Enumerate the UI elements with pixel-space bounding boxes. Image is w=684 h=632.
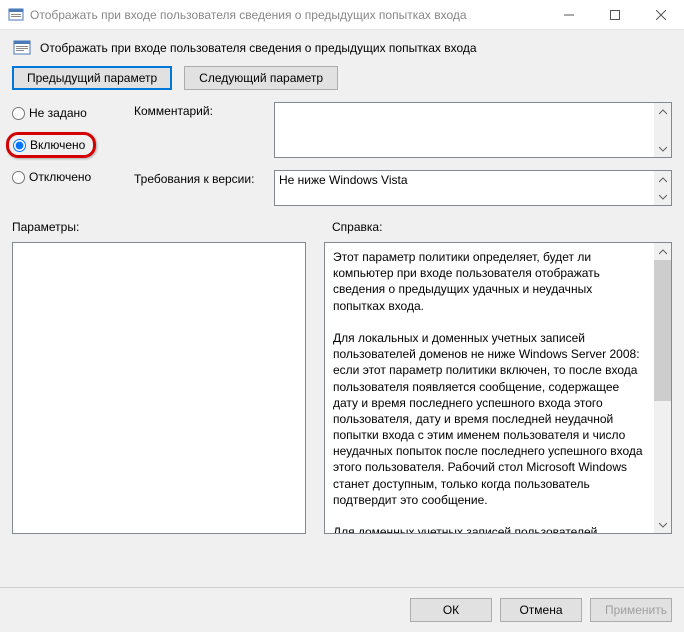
prev-setting-button[interactable]: Предыдущий параметр <box>12 66 172 90</box>
help-label: Справка: <box>332 220 382 234</box>
comment-row: Комментарий: <box>134 102 672 158</box>
comment-value <box>275 103 671 107</box>
radio-not-configured-label: Не задано <box>29 106 87 120</box>
scroll-down-icon[interactable] <box>654 188 671 205</box>
radio-enabled[interactable]: Включено <box>13 138 85 152</box>
scroll-up-icon[interactable] <box>654 243 671 260</box>
scroll-down-icon[interactable] <box>654 140 671 157</box>
radio-enabled-highlight: Включено <box>6 132 96 158</box>
radio-disabled-input[interactable] <box>12 171 25 184</box>
comment-label: Комментарий: <box>134 102 264 118</box>
comment-scrollbar[interactable] <box>654 103 671 157</box>
supported-field: Не ниже Windows Vista <box>274 170 672 206</box>
policy-title: Отображать при входе пользователя сведен… <box>40 41 477 55</box>
radio-not-configured-input[interactable] <box>12 107 25 120</box>
options-label: Параметры: <box>12 220 332 234</box>
minimize-button[interactable] <box>546 0 592 29</box>
radio-enabled-label: Включено <box>30 138 85 152</box>
scroll-up-icon[interactable] <box>654 103 671 120</box>
scroll-up-icon[interactable] <box>654 171 671 188</box>
cancel-button[interactable]: Отмена <box>500 598 582 622</box>
ok-button[interactable]: ОК <box>410 598 492 622</box>
state-radios: Не задано Включено Отключено <box>12 102 122 206</box>
titlebar: Отображать при входе пользователя сведен… <box>0 0 684 30</box>
supported-row: Требования к версии: Не ниже Windows Vis… <box>134 170 672 206</box>
close-button[interactable] <box>638 0 684 29</box>
window-buttons <box>546 0 684 29</box>
middle-section: Не задано Включено Отключено Комментарий… <box>0 102 684 206</box>
scroll-track[interactable] <box>654 260 671 516</box>
app-icon <box>8 7 24 23</box>
apply-button[interactable]: Применить <box>590 598 672 622</box>
pane-labels-row: Параметры: Справка: <box>0 206 684 238</box>
maximize-button[interactable] <box>592 0 638 29</box>
radio-not-configured[interactable]: Не задано <box>12 106 122 120</box>
radio-disabled[interactable]: Отключено <box>12 170 122 184</box>
nav-buttons: Предыдущий параметр Следующий параметр <box>0 66 684 102</box>
comment-field[interactable] <box>274 102 672 158</box>
help-pane: Этот параметр политики определяет, будет… <box>324 242 672 534</box>
panes-row: Этот параметр политики определяет, будет… <box>0 238 684 587</box>
radio-enabled-input[interactable] <box>13 139 26 152</box>
scroll-thumb[interactable] <box>654 260 671 401</box>
dialog-footer: ОК Отмена Применить <box>0 587 684 632</box>
scroll-down-icon[interactable] <box>654 516 671 533</box>
fields-column: Комментарий: Требования к версии: Не ниж… <box>134 102 672 206</box>
options-pane <box>12 242 306 534</box>
next-setting-button[interactable]: Следующий параметр <box>184 66 338 90</box>
supported-scrollbar[interactable] <box>654 171 671 205</box>
supported-value: Не ниже Windows Vista <box>275 171 671 189</box>
help-scrollbar[interactable] <box>654 243 671 533</box>
supported-label: Требования к версии: <box>134 170 264 186</box>
window-title: Отображать при входе пользователя сведен… <box>30 8 546 22</box>
policy-header: Отображать при входе пользователя сведен… <box>0 30 684 66</box>
content-area: Отображать при входе пользователя сведен… <box>0 30 684 632</box>
radio-disabled-label: Отключено <box>29 170 91 184</box>
help-text: Этот параметр политики определяет, будет… <box>325 243 671 534</box>
policy-icon <box>12 38 32 58</box>
